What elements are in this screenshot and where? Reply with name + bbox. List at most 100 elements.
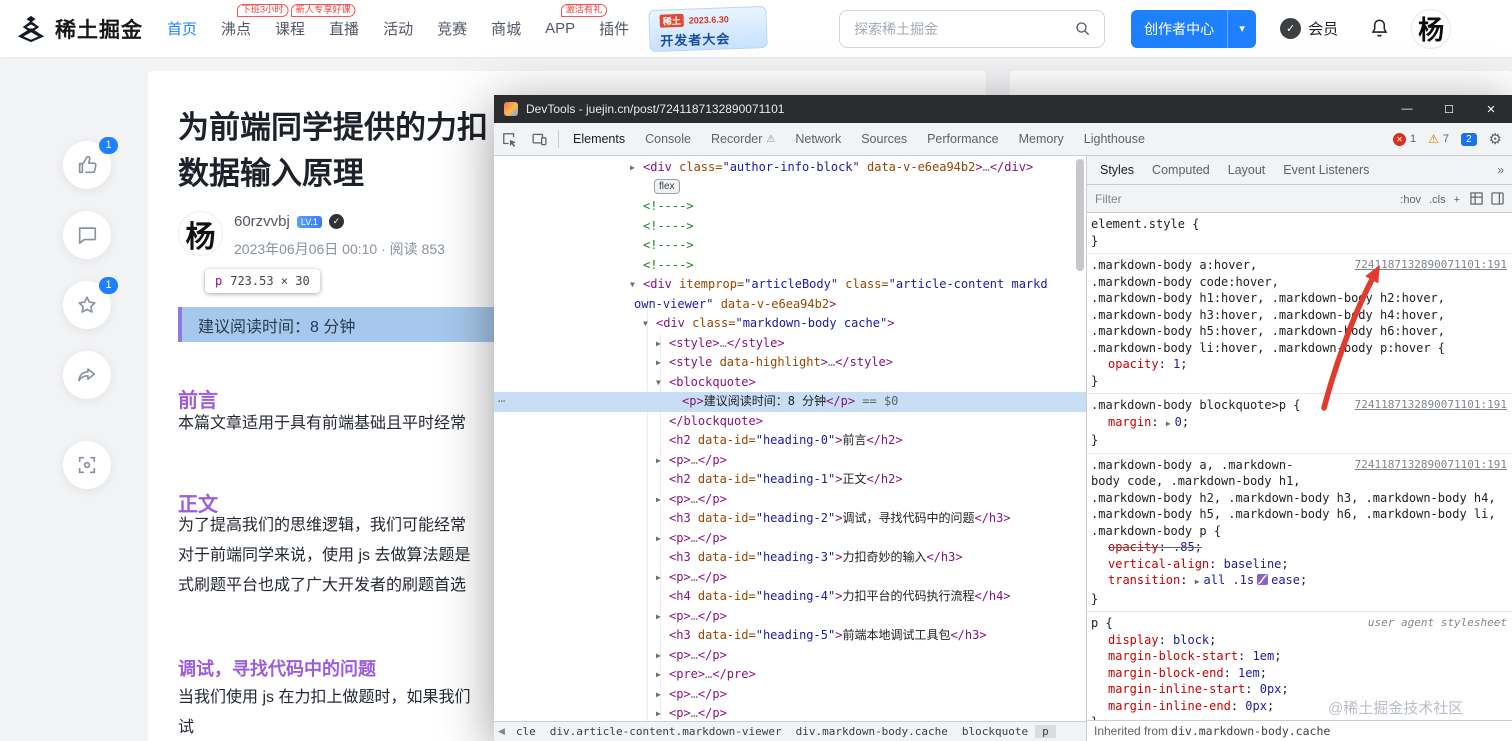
styles-sidebar-tab[interactable]: Computed: [1143, 156, 1219, 184]
device-toolbar-icon[interactable]: [524, 125, 554, 153]
logo[interactable]: 稀土掘金: [16, 14, 143, 44]
dom-tree-row[interactable]: ⋯ <p>建议阅读时间：8 分钟</p> == $0: [494, 392, 1086, 412]
dom-tree-row[interactable]: ▼ <div itemprop="articleBody" class="arti…: [494, 275, 1086, 295]
stylesheet-source-link[interactable]: 7241187132890071101:191: [1350, 397, 1507, 414]
styles-toolbar-toggle[interactable]: :hov: [1396, 192, 1425, 208]
search-input[interactable]: [852, 19, 1067, 38]
bezier-swatch-icon[interactable]: [1257, 574, 1269, 585]
grid-icon[interactable]: [1467, 190, 1485, 208]
twisty-icon[interactable]: ▶: [656, 646, 661, 666]
css-property[interactable]: vertical-align: baseline;: [1091, 556, 1508, 573]
twisty-icon[interactable]: ▶: [656, 353, 661, 373]
crumb-back-icon[interactable]: ◀: [494, 726, 509, 737]
author-name[interactable]: 60rzvvbj: [234, 213, 290, 230]
devtools-tab[interactable]: Lighthouse: [1074, 123, 1155, 155]
issues-badge[interactable]: 2: [1460, 132, 1477, 146]
devtools-tab[interactable]: Sources: [851, 123, 917, 155]
dom-tree-row[interactable]: own-viewer" data-v-e6ea94b2>: [494, 295, 1086, 315]
nav-item[interactable]: APP 激活有礼: [545, 0, 608, 57]
dom-tree-row[interactable]: ▶ <p>…</p>: [494, 704, 1086, 721]
dom-tree-row[interactable]: <h3 data-id="heading-5">前端本地调试工具包</h3>: [494, 626, 1086, 646]
dom-tree-row[interactable]: ▼ <div class="markdown-body cache">: [494, 314, 1086, 334]
css-property[interactable]: margin-inline-start: 0px;: [1091, 681, 1508, 698]
dom-tree-row[interactable]: <!---->: [494, 197, 1086, 217]
dom-tree-row[interactable]: flex: [494, 178, 1086, 198]
nav-item[interactable]: 活动: [383, 0, 413, 57]
twisty-icon[interactable]: ▶: [656, 685, 661, 705]
error-badge[interactable]: ✕ 1: [1392, 132, 1416, 146]
stylesheet-source-link[interactable]: 7241187132890071101:191: [1350, 456, 1507, 473]
notifications-bell-icon[interactable]: [1368, 17, 1391, 40]
dom-tree-row[interactable]: ▶ <pre>…</pre>: [494, 665, 1086, 685]
css-selector-line[interactable]: .markdown-body p {: [1091, 523, 1508, 540]
conference-banner[interactable]: 稀土 2023.6.30 开发者大会: [648, 5, 768, 52]
twisty-icon[interactable]: ▶: [630, 158, 635, 178]
close-button[interactable]: ✕: [1470, 95, 1512, 123]
styles-sidebar-tab[interactable]: Layout: [1219, 156, 1275, 184]
css-selector-line[interactable]: .markdown-body h5:hover, .markdown-body …: [1091, 323, 1508, 340]
dom-tree-row[interactable]: ▶ <p>…</p>: [494, 685, 1086, 705]
dom-tree-row[interactable]: ▶ <p>…</p>: [494, 451, 1086, 471]
twisty-icon[interactable]: ▼: [630, 275, 635, 295]
styles-sidebar-tab[interactable]: Styles: [1091, 156, 1143, 184]
dropdown-caret-icon[interactable]: ▾: [1228, 22, 1256, 35]
member-entry[interactable]: ✓ 会员: [1280, 18, 1338, 39]
star-button[interactable]: 1: [63, 277, 118, 329]
dom-tree-row[interactable]: ▶ <p>…</p>: [494, 607, 1086, 627]
dom-tree-row[interactable]: <h3 data-id="heading-3">力扣奇妙的输入</h3>: [494, 548, 1086, 568]
dom-tree-row[interactable]: ▶ <style data-highlight>…</style>: [494, 353, 1086, 373]
twisty-icon[interactable]: ▶: [656, 334, 661, 354]
comment-button[interactable]: [63, 211, 111, 259]
styles-toolbar-toggle[interactable]: .cls: [1425, 192, 1450, 208]
nav-item[interactable]: 商城: [491, 0, 521, 57]
inherited-target-link[interactable]: div.markdown-body.cache: [1171, 724, 1330, 738]
devtools-tab[interactable]: Console: [635, 123, 701, 155]
twisty-icon[interactable]: ▶: [656, 704, 661, 721]
twisty-icon[interactable]: ▼: [656, 373, 661, 393]
warning-badge[interactable]: ⚠ 7: [1428, 132, 1449, 146]
twisty-icon[interactable]: ▶: [656, 451, 661, 471]
css-selector-line[interactable]: .markdown-body h1:hover, .markdown-body …: [1091, 290, 1508, 307]
nav-item[interactable]: 沸点 下班3小时: [221, 0, 289, 57]
styles-toolbar-toggle[interactable]: +: [1450, 192, 1464, 208]
like-button[interactable]: 1: [63, 137, 118, 189]
dom-tree-row[interactable]: ▶ <div class="author-info-block" data-v-e…: [494, 158, 1086, 178]
layout-panel-icon[interactable]: [1488, 190, 1506, 208]
dom-tree-row[interactable]: <!---->: [494, 256, 1086, 276]
css-selector-line[interactable]: .markdown-body li:hover, .markdown-body …: [1091, 340, 1508, 357]
css-selector-line[interactable]: .markdown-body code:hover,: [1091, 274, 1508, 291]
twisty-icon[interactable]: ▶: [656, 607, 661, 627]
dom-tree-row[interactable]: </blockquote>: [494, 412, 1086, 432]
css-property[interactable]: margin: ▶ 0;: [1091, 414, 1508, 433]
styles-filter-input[interactable]: [1093, 190, 1394, 207]
devtools-tab[interactable]: Recorder ⚠: [701, 123, 785, 155]
capture-button[interactable]: [63, 441, 111, 489]
css-property[interactable]: opacity: .85;: [1091, 539, 1508, 556]
nav-item[interactable]: 首页: [167, 0, 197, 57]
dom-tree-row[interactable]: ▶ <style>…</style>: [494, 334, 1086, 354]
search-icon[interactable]: [1066, 15, 1100, 43]
overflow-chevrons-icon[interactable]: »: [1497, 163, 1504, 177]
breadcrumb-item[interactable]: p: [1035, 725, 1056, 738]
breadcrumb-item[interactable]: div.article-content.markdown-viewer: [543, 725, 789, 738]
dom-tree-row[interactable]: <h2 data-id="heading-1">正文</h2>: [494, 470, 1086, 490]
twisty-icon[interactable]: ▼: [643, 314, 648, 334]
devtools-tab[interactable]: Memory: [1009, 123, 1074, 155]
css-property[interactable]: opacity: 1;: [1091, 356, 1508, 373]
flex-badge[interactable]: flex: [654, 178, 680, 194]
dom-tree-row[interactable]: ▶ <p>…</p>: [494, 646, 1086, 666]
styles-sidebar-tab[interactable]: Event Listeners: [1274, 156, 1378, 184]
maximize-button[interactable]: ☐: [1428, 95, 1470, 123]
css-selector-line[interactable]: .markdown-body h3:hover, .markdown-body …: [1091, 307, 1508, 324]
minimize-button[interactable]: —: [1386, 95, 1428, 123]
css-property[interactable]: display: block;: [1091, 632, 1508, 649]
creator-center-button[interactable]: 创作者中心 ▾: [1131, 9, 1257, 48]
dom-tree-row[interactable]: <h3 data-id="heading-2">调试，寻找代码中的问题</h3>: [494, 509, 1086, 529]
css-selector-line[interactable]: element.style {: [1091, 216, 1508, 233]
dom-tree-row[interactable]: ▼ <blockquote>: [494, 373, 1086, 393]
css-selector-line[interactable]: .markdown-body h2, .markdown-body h3, .m…: [1091, 490, 1508, 507]
twisty-icon[interactable]: ▶: [656, 529, 661, 549]
twisty-icon[interactable]: ▶: [656, 665, 661, 685]
breadcrumb-item[interactable]: cle: [509, 725, 543, 738]
nav-item[interactable]: 竞赛: [437, 0, 467, 57]
